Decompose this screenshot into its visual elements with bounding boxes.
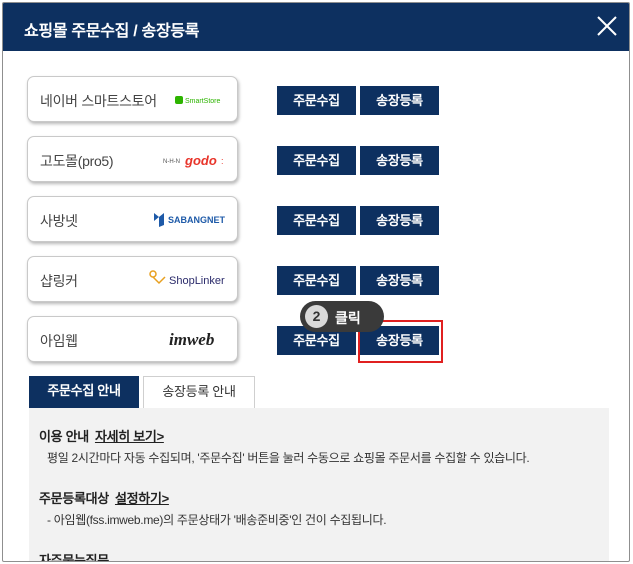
mall-row-shoplinker: 샵링커 ShopLinker 주문수집 송장등록 [3,256,629,306]
svg-text:ShopLinker: ShopLinker [169,275,225,287]
step-text: 클릭 [335,310,361,326]
usage-description: 평일 2시간마다 자동 수집되며, '주문수집' 버튼을 눌러 수동으로 쇼핑몰… [47,451,530,465]
usage-section: 이용 안내 자세히 보기> 평일 2시간마다 자동 수집되며, '주문수집' 버튼… [39,426,599,466]
smartstore-logo: SmartStore [175,85,227,115]
svg-text::: : [221,156,224,166]
collect-button[interactable]: 주문수집 [277,266,356,295]
step-number: 2 [305,305,328,328]
usage-title: 이용 안내 [39,429,89,444]
invoice-button[interactable]: 송장등록 [360,266,439,295]
invoice-button[interactable]: 송장등록 [360,206,439,235]
invoice-button[interactable]: 송장등록 [360,146,439,175]
close-icon[interactable] [595,14,619,38]
mall-row-godo: 고도몰(pro5) N-H-N godo : 주문수집 송장등록 [3,136,629,186]
svg-text:godo: godo [184,153,217,168]
collect-button[interactable]: 주문수집 [277,86,356,115]
collect-button[interactable]: 주문수집 [277,146,356,175]
step-callout: 2 클릭 [300,301,384,332]
shoplinker-logo: ShopLinker [149,265,227,295]
tab-invoice-guide[interactable]: 송장등록 안내 [143,376,255,408]
dialog: 쇼핑몰 주문수집 / 송장등록 네이버 스마트스토어 SmartStore 주문… [2,2,630,562]
mall-card-imweb: 아임웹 imweb [27,316,238,362]
mall-row-sabangnet: 사방넷 SABANGNET 주문수집 송장등록 [3,196,629,246]
mall-name: 샵링커 [40,273,78,289]
settings-link[interactable]: 설정하기> [115,491,169,506]
mall-card-godo: 고도몰(pro5) N-H-N godo : [27,136,238,182]
mall-card-sabangnet: 사방넷 SABANGNET [27,196,238,242]
faq-title: 자주묻는질문 [39,553,109,562]
mall-name: 사방넷 [40,213,78,229]
usage-heading: 이용 안내 자세히 보기> [39,426,599,445]
mall-name: 고도몰(pro5) [40,153,114,169]
godo-logo: N-H-N godo : [163,145,227,175]
mall-card-shoplinker: 샵링커 ShopLinker [27,256,238,302]
target-section: 주문등록대상 설정하기> - 아임웹(fss.imweb.me)의 주문상태가 '… [39,488,599,528]
mall-row-naver: 네이버 스마트스토어 SmartStore 주문수집 송장등록 [3,76,629,126]
svg-text:N-H-N: N-H-N [163,159,180,165]
target-description: - 아임웹(fss.imweb.me)의 주문상태가 '배송준비중'인 건이 수… [47,513,387,527]
tab-collect-guide[interactable]: 주문수집 안내 [29,376,139,408]
mall-card-naver: 네이버 스마트스토어 SmartStore [27,76,238,122]
svg-text:SABANGNET: SABANGNET [168,215,226,225]
svg-text:imweb: imweb [169,330,214,349]
faq-section: 자주묻는질문 [39,550,599,562]
guide-panel: 이용 안내 자세히 보기> 평일 2시간마다 자동 수집되며, '주문수집' 버튼… [29,408,609,562]
dialog-title: 쇼핑몰 주문수집 / 송장등록 [24,23,200,40]
invoice-button[interactable]: 송장등록 [360,86,439,115]
mall-name: 아임웹 [40,333,78,349]
target-title: 주문등록대상 [39,491,109,506]
collect-button[interactable]: 주문수집 [277,206,356,235]
mall-name: 네이버 스마트스토어 [40,93,157,109]
target-heading: 주문등록대상 설정하기> [39,488,599,507]
dialog-header: 쇼핑몰 주문수집 / 송장등록 [3,3,629,51]
sabangnet-logo: SABANGNET [153,205,227,235]
details-link[interactable]: 자세히 보기> [95,429,164,444]
imweb-logo: imweb [167,325,227,355]
svg-text:SmartStore: SmartStore [185,98,221,105]
